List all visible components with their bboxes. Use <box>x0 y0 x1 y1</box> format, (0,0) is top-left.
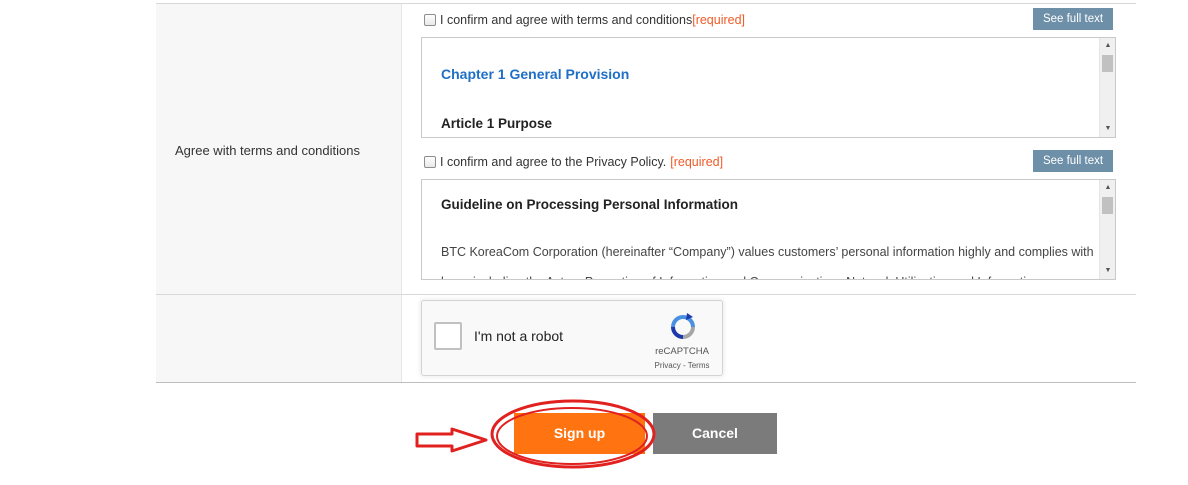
recaptcha-widget: I'm not a robot reCAPTCHA Privacy - Term… <box>421 300 723 376</box>
signup-form-table: Agree with terms and conditions I'm not … <box>156 0 1136 383</box>
recaptcha-label: I'm not a robot <box>474 328 564 344</box>
terms-article-heading: Article 1 Purpose <box>441 116 553 131</box>
terms-see-full-text-button[interactable]: See full text <box>1033 8 1113 30</box>
terms-scrollbar[interactable]: ▲ ▼ <box>1099 38 1115 137</box>
privacy-required-tag: [required] <box>670 155 724 169</box>
recaptcha-brand: reCAPTCHA <box>655 346 709 357</box>
terms-scroll-box[interactable]: Chapter 1 General Provision Article 1 Pu… <box>421 37 1116 138</box>
terms-agree-line: I confirm and agree with terms and condi… <box>424 13 745 27</box>
scroll-up-arrow-icon[interactable]: ▲ <box>1100 180 1115 196</box>
terms-label-cell: Agree with terms and conditions <box>156 4 401 294</box>
privacy-agree-checkbox[interactable] <box>424 156 436 168</box>
captcha-label-cell <box>156 295 401 382</box>
recaptcha-logo-icon <box>671 313 695 339</box>
terms-chapter-heading: Chapter 1 General Provision <box>441 66 630 82</box>
scrollbar-thumb[interactable] <box>1102 197 1113 214</box>
privacy-agree-line: I confirm and agree to the Privacy Polic… <box>424 155 723 169</box>
scrollbar-thumb[interactable] <box>1102 55 1113 72</box>
recaptcha-checkbox[interactable] <box>434 322 462 350</box>
cancel-button[interactable]: Cancel <box>653 413 777 454</box>
captcha-row: I'm not a robot reCAPTCHA Privacy - Term… <box>156 295 1136 383</box>
terms-agree-label[interactable]: I confirm and agree with terms and condi… <box>440 13 692 27</box>
privacy-body-text: BTC KoreaCom Corporation (hereinafter “C… <box>441 245 1094 279</box>
recaptcha-privacy-terms-links[interactable]: Privacy - Terms <box>646 361 718 370</box>
privacy-scrollbar[interactable]: ▲ ▼ <box>1099 180 1115 279</box>
scroll-down-arrow-icon[interactable]: ▼ <box>1100 121 1115 137</box>
privacy-agree-label[interactable]: I confirm and agree to the Privacy Polic… <box>440 155 666 169</box>
terms-agree-checkbox[interactable] <box>424 14 436 26</box>
privacy-scroll-box[interactable]: Guideline on Processing Personal Informa… <box>421 179 1116 280</box>
terms-required-tag: [required] <box>692 13 746 27</box>
signup-button[interactable]: Sign up <box>514 413 645 454</box>
privacy-heading: Guideline on Processing Personal Informa… <box>441 197 739 212</box>
privacy-see-full-text-button[interactable]: See full text <box>1033 150 1113 172</box>
scroll-up-arrow-icon[interactable]: ▲ <box>1100 38 1115 54</box>
scroll-down-arrow-icon[interactable]: ▼ <box>1100 263 1115 279</box>
terms-row-label: Agree with terms and conditions <box>175 143 360 158</box>
annotation-arrow-icon <box>415 427 488 453</box>
